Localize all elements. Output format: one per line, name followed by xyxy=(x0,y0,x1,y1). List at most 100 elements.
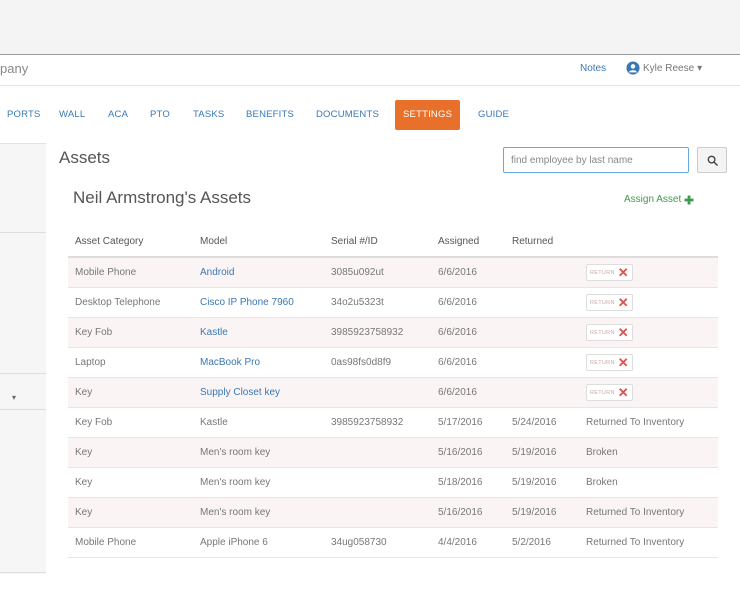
assign-asset-label: Assign Asset xyxy=(624,194,682,205)
tab-guide[interactable]: GUIDE xyxy=(478,109,509,120)
assets-table-body: Mobile Phone Android 3085u092ut 6/6/2016 RET… xyxy=(68,257,718,558)
table-row: Key Men's room key 5/16/2016 5/19/2016 Retur… xyxy=(68,497,718,528)
col-assigned: Assigned xyxy=(431,226,505,258)
return-label: RETURN xyxy=(590,389,615,396)
table-row: Mobile Phone Apple iPhone 6 34ug058730 4/4/… xyxy=(68,527,718,558)
return-asset-button[interactable]: RETURN ✕ xyxy=(586,294,633,311)
browser-top-strip xyxy=(0,0,740,55)
cell-model: Kastle xyxy=(193,407,324,438)
cell-returned xyxy=(505,317,579,348)
tab-documents[interactable]: DOCUMENTS xyxy=(316,109,379,120)
col-status xyxy=(579,226,718,258)
cell-model: Apple iPhone 6 xyxy=(193,527,324,558)
tab-pto[interactable]: PTO xyxy=(150,109,170,120)
cell-serial: 3985923758932 xyxy=(324,407,431,438)
cell-actions: RETURN ✕ xyxy=(579,287,718,318)
cell-category: Laptop xyxy=(68,347,193,378)
cell-assigned: 5/18/2016 xyxy=(431,467,505,498)
return-asset-button[interactable]: RETURN ✕ xyxy=(586,354,633,371)
app-header: pany Notes Kyle Reese ▾ xyxy=(0,55,740,86)
close-icon[interactable]: ✕ xyxy=(618,386,629,399)
tab-wall[interactable]: WALL xyxy=(59,109,85,120)
cell-assigned: 6/6/2016 xyxy=(431,377,505,408)
tab-aca[interactable]: ACA xyxy=(108,109,128,120)
cell-status: Returned To Inventory xyxy=(579,497,718,528)
user-menu[interactable]: Kyle Reese ▾ xyxy=(626,61,702,75)
search-icon xyxy=(707,155,718,166)
cell-category: Mobile Phone xyxy=(68,527,193,558)
chevron-down-icon[interactable]: ▾ xyxy=(12,393,16,402)
company-name: pany xyxy=(0,61,29,76)
sidebar-divider xyxy=(0,409,46,410)
cell-assigned: 6/6/2016 xyxy=(431,257,505,288)
close-icon[interactable]: ✕ xyxy=(618,356,629,369)
return-asset-button[interactable]: RETURN ✕ xyxy=(586,324,633,341)
close-icon[interactable]: ✕ xyxy=(618,266,629,279)
cell-category: Key xyxy=(68,467,193,498)
cell-model: Men's room key xyxy=(193,467,324,498)
return-label: RETURN xyxy=(590,329,615,336)
return-asset-button[interactable]: RETURN ✕ xyxy=(586,264,633,281)
return-label: RETURN xyxy=(590,299,615,306)
asset-model-link[interactable]: Android xyxy=(193,257,324,288)
cell-returned xyxy=(505,347,579,378)
user-avatar-icon xyxy=(626,61,640,75)
cell-serial xyxy=(324,377,431,408)
cell-returned xyxy=(505,287,579,318)
cell-returned xyxy=(505,377,579,408)
cell-category: Mobile Phone xyxy=(68,257,193,288)
table-row: Key Supply Closet key 6/6/2016 RETURN ✕ xyxy=(68,377,718,408)
cell-serial: 34o2u5323t xyxy=(324,287,431,318)
cell-category: Key xyxy=(68,497,193,528)
table-row: Key Fob Kastle 3985923758932 5/17/2016 5/24/… xyxy=(68,407,718,438)
notes-link[interactable]: Notes xyxy=(580,63,606,74)
cell-assigned: 5/17/2016 xyxy=(431,407,505,438)
chevron-down-icon: ▾ xyxy=(697,62,703,74)
return-label: RETURN xyxy=(590,269,615,276)
cell-serial: 3085u092ut xyxy=(324,257,431,288)
tab-tasks[interactable]: TASKS xyxy=(193,109,224,120)
asset-model-link[interactable]: Kastle xyxy=(193,317,324,348)
sidebar-bottom-divider xyxy=(0,572,46,573)
cell-assigned: 6/6/2016 xyxy=(431,347,505,378)
plus-icon xyxy=(684,195,694,204)
cell-assigned: 5/16/2016 xyxy=(431,437,505,468)
search-button[interactable] xyxy=(697,147,727,173)
cell-status: Broken xyxy=(579,437,718,468)
cell-returned: 5/2/2016 xyxy=(505,527,579,558)
cell-actions: RETURN ✕ xyxy=(579,347,718,378)
table-row: Key Men's room key 5/16/2016 5/19/2016 Broke… xyxy=(68,437,718,468)
return-asset-button[interactable]: RETURN ✕ xyxy=(586,384,633,401)
cell-model: Men's room key xyxy=(193,497,324,528)
table-row: Key Men's room key 5/18/2016 5/19/2016 Broke… xyxy=(68,467,718,498)
cell-serial xyxy=(324,467,431,498)
employee-search-input[interactable] xyxy=(503,147,689,173)
cell-status: Returned To Inventory xyxy=(579,407,718,438)
asset-model-link[interactable]: MacBook Pro xyxy=(193,347,324,378)
tab-settings[interactable]: SETTINGS xyxy=(395,100,461,130)
return-label: RETURN xyxy=(590,359,615,366)
tab-benefits[interactable]: BENEFITS xyxy=(246,109,294,120)
assets-table: Asset Category Model Serial #/ID Assigne… xyxy=(68,226,718,558)
cell-returned xyxy=(505,257,579,288)
asset-model-link[interactable]: Supply Closet key xyxy=(193,377,324,408)
cell-actions: RETURN ✕ xyxy=(579,377,718,408)
close-icon[interactable]: ✕ xyxy=(618,296,629,309)
table-row: Mobile Phone Android 3085u092ut 6/6/2016 RET… xyxy=(68,257,718,288)
tab-reports[interactable]: PORTS xyxy=(7,109,41,120)
asset-model-link[interactable]: Cisco IP Phone 7960 xyxy=(193,287,324,318)
cell-serial: 34ug058730 xyxy=(324,527,431,558)
table-row: Laptop MacBook Pro 0as98fs0d8f9 6/6/2016 RET… xyxy=(68,347,718,378)
cell-category: Key Fob xyxy=(68,317,193,348)
cell-actions: RETURN ✕ xyxy=(579,317,718,348)
cell-status: Broken xyxy=(579,467,718,498)
col-model: Model xyxy=(193,226,324,258)
cell-returned: 5/19/2016 xyxy=(505,497,579,528)
assign-asset-button[interactable]: Assign Asset xyxy=(624,194,694,205)
table-row: Key Fob Kastle 3985923758932 6/6/2016 RETURN… xyxy=(68,317,718,348)
left-sidebar: ▾ xyxy=(0,143,46,574)
cell-assigned: 5/16/2016 xyxy=(431,497,505,528)
close-icon[interactable]: ✕ xyxy=(618,326,629,339)
cell-category: Key xyxy=(68,377,193,408)
page-title: Assets xyxy=(59,148,111,167)
